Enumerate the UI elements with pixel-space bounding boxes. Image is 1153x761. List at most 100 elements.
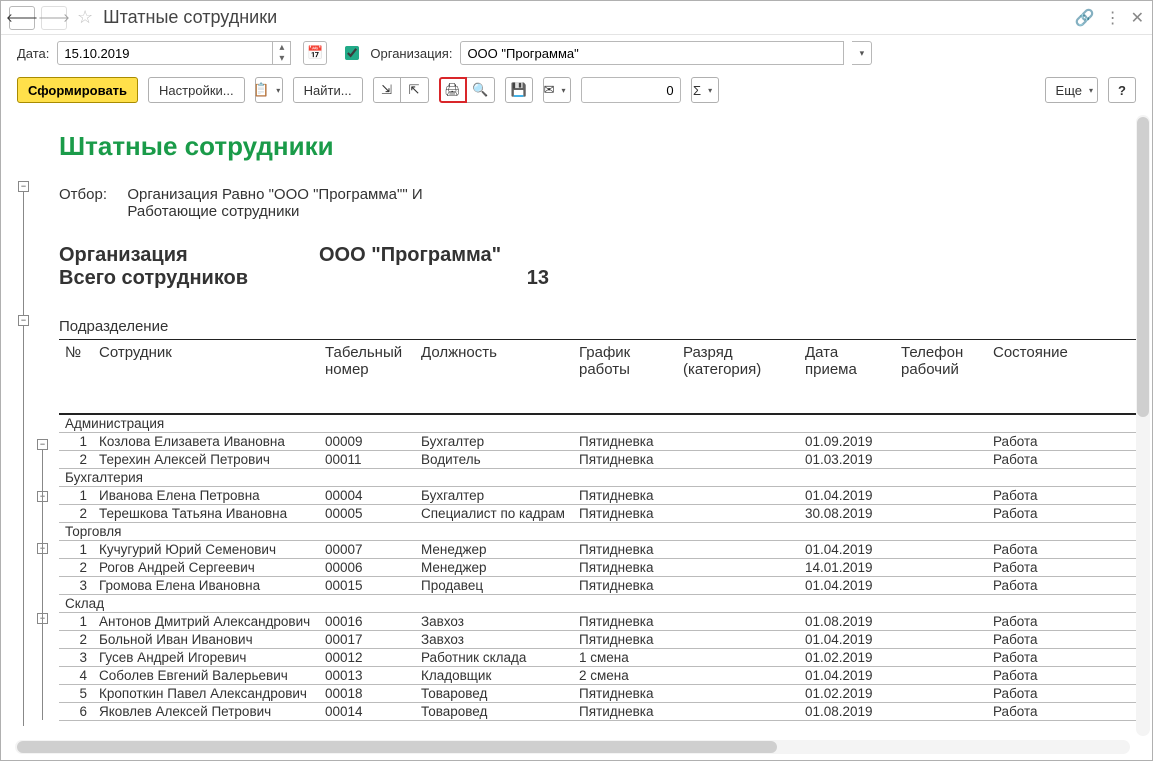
- employees-table: №СотрудникТабельный номерДолжностьГрафик…: [59, 339, 1138, 721]
- help-button[interactable]: ?: [1108, 77, 1136, 103]
- mail-icon: ✉: [544, 82, 555, 98]
- collapse-toggle-icon[interactable]: −: [37, 439, 48, 450]
- cell-tab: 00018: [319, 684, 415, 702]
- table-row[interactable]: 6Яковлев Алексей Петрович00014ТовароведП…: [59, 702, 1138, 720]
- cell-hired: 01.04.2019: [799, 576, 895, 594]
- settings-button[interactable]: Настройки...: [148, 77, 245, 103]
- cell-sched: Пятидневка: [573, 486, 677, 504]
- cell-n: 2: [59, 504, 93, 522]
- kebab-menu-icon[interactable]: ⋮: [1105, 8, 1121, 28]
- variants-button[interactable]: 📋▾: [255, 77, 283, 103]
- cell-emp: Кропоткин Павел Александрович: [93, 684, 319, 702]
- copies-input[interactable]: [581, 77, 681, 103]
- table-row[interactable]: 2Терешкова Татьяна Ивановна00005Специали…: [59, 504, 1138, 522]
- cell-tab: 00011: [319, 450, 415, 468]
- group-name: Склад: [59, 594, 1138, 612]
- close-icon[interactable]: ✕: [1131, 8, 1144, 28]
- table-row[interactable]: 1Козлова Елизавета Ивановна00009Бухгалте…: [59, 432, 1138, 450]
- table-row[interactable]: 2Больной Иван Иванович00017ЗавхозПятидне…: [59, 630, 1138, 648]
- cell-sched: Пятидневка: [573, 504, 677, 522]
- table-row[interactable]: 3Громова Елена Ивановна00015ПродавецПяти…: [59, 576, 1138, 594]
- cell-hired: 01.09.2019: [799, 432, 895, 450]
- cell-sched: 2 смена: [573, 666, 677, 684]
- subdivision-label: Подразделение: [59, 318, 1138, 335]
- link-icon[interactable]: 🔗: [1075, 8, 1095, 28]
- table-row[interactable]: 1Иванова Елена Петровна00004БухгалтерПят…: [59, 486, 1138, 504]
- collapse-toggle-icon[interactable]: −: [18, 315, 29, 326]
- org-dropdown-icon[interactable]: ▾: [852, 41, 872, 65]
- run-report-button[interactable]: Сформировать: [17, 77, 138, 103]
- horizontal-scrollbar[interactable]: [15, 740, 1130, 754]
- cell-pos: Работник склада: [415, 648, 573, 666]
- cell-tab: 00017: [319, 630, 415, 648]
- table-row[interactable]: 1Кучугурий Юрий Семенович00007МенеджерПя…: [59, 540, 1138, 558]
- collapse-all-button[interactable]: ⇱: [401, 77, 429, 103]
- cell-rank: [677, 504, 799, 522]
- table-row[interactable]: 2Рогов Андрей Сергеевич00006МенеджерПяти…: [59, 558, 1138, 576]
- cell-phone: [895, 540, 987, 558]
- calendar-icon[interactable]: 📅: [303, 41, 327, 65]
- print-preview-button[interactable]: 🔍: [467, 77, 495, 103]
- cell-sched: Пятидневка: [573, 576, 677, 594]
- cell-pos: Товаровед: [415, 684, 573, 702]
- save-button[interactable]: 💾: [505, 77, 533, 103]
- print-button[interactable]: 🖨: [439, 77, 467, 103]
- cell-sched: Пятидневка: [573, 450, 677, 468]
- cell-tab: 00014: [319, 702, 415, 720]
- cell-phone: [895, 486, 987, 504]
- date-label: Дата:: [17, 46, 49, 61]
- cell-n: 1: [59, 540, 93, 558]
- cell-pos: Водитель: [415, 450, 573, 468]
- table-row[interactable]: 5Кропоткин Павел Александрович00018Товар…: [59, 684, 1138, 702]
- column-header: Табельный номер: [319, 340, 415, 414]
- cell-state: Работа: [987, 558, 1138, 576]
- cell-pos: Менеджер: [415, 540, 573, 558]
- column-header: Дата приема: [799, 340, 895, 414]
- org-filter-checkbox[interactable]: [345, 46, 359, 60]
- cell-phone: [895, 684, 987, 702]
- more-button[interactable]: Еще▾: [1045, 77, 1098, 103]
- date-input[interactable]: [57, 41, 273, 65]
- cell-pos: Кладовщик: [415, 666, 573, 684]
- table-row[interactable]: 2Терехин Алексей Петрович00011ВодительПя…: [59, 450, 1138, 468]
- cell-rank: [677, 576, 799, 594]
- cell-sched: Пятидневка: [573, 630, 677, 648]
- cell-tab: 00006: [319, 558, 415, 576]
- printer-icon: 🖨: [444, 82, 461, 98]
- cell-hired: 01.04.2019: [799, 630, 895, 648]
- nav-back-button[interactable]: 🡐: [9, 6, 35, 30]
- org-summary-label: Организация: [59, 244, 319, 267]
- cell-rank: [677, 666, 799, 684]
- cell-rank: [677, 432, 799, 450]
- cell-emp: Гусев Андрей Игоревич: [93, 648, 319, 666]
- cell-emp: Терехин Алексей Петрович: [93, 450, 319, 468]
- org-input[interactable]: [460, 41, 844, 65]
- nav-forward-button[interactable]: 🡒: [41, 6, 67, 30]
- vertical-scrollbar[interactable]: [1136, 115, 1150, 736]
- favorite-star-icon[interactable]: ☆: [77, 7, 93, 28]
- cell-emp: Терешкова Татьяна Ивановна: [93, 504, 319, 522]
- table-row[interactable]: 4Соболев Евгений Валерьевич00013Кладовщи…: [59, 666, 1138, 684]
- cell-tab: 00012: [319, 648, 415, 666]
- column-header: Должность: [415, 340, 573, 414]
- date-spinner[interactable]: ▴▾: [273, 41, 291, 65]
- find-button[interactable]: Найти...: [293, 77, 363, 103]
- cell-hired: 01.03.2019: [799, 450, 895, 468]
- cell-rank: [677, 450, 799, 468]
- cell-pos: Товаровед: [415, 702, 573, 720]
- sum-button[interactable]: Σ▾: [691, 77, 719, 103]
- collapse-toggle-icon[interactable]: −: [18, 181, 29, 192]
- table-row[interactable]: 1Антонов Дмитрий Александрович00016Завхо…: [59, 612, 1138, 630]
- cell-emp: Кучугурий Юрий Семенович: [93, 540, 319, 558]
- cell-emp: Козлова Елизавета Ивановна: [93, 432, 319, 450]
- cell-rank: [677, 702, 799, 720]
- cell-n: 1: [59, 432, 93, 450]
- filter-label: Отбор:: [59, 186, 119, 203]
- org-label: Организация:: [370, 46, 452, 61]
- cell-state: Работа: [987, 450, 1138, 468]
- send-button[interactable]: ✉▾: [543, 77, 571, 103]
- expand-all-button[interactable]: ⇲: [373, 77, 401, 103]
- table-row[interactable]: 3Гусев Андрей Игоревич00012Работник скла…: [59, 648, 1138, 666]
- column-header: График работы: [573, 340, 677, 414]
- cell-emp: Иванова Елена Петровна: [93, 486, 319, 504]
